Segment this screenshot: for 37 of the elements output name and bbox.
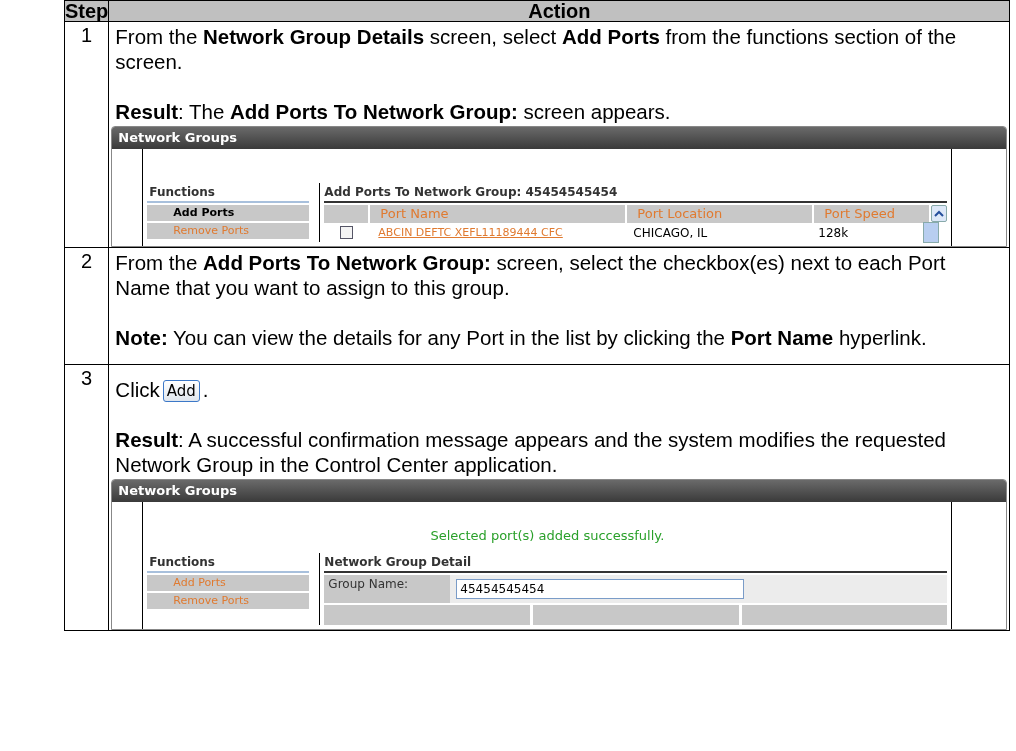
column-header: Port Location xyxy=(627,204,813,223)
period-text: . xyxy=(202,377,209,402)
port-name-link[interactable]: ABCIN DEFTC XEFL11189444 CFC xyxy=(378,226,563,239)
instruction-text: Click xyxy=(115,377,160,402)
table-cell-text: 128k xyxy=(817,224,850,242)
group-name-field[interactable]: 45454545454 xyxy=(456,579,745,599)
function-link[interactable]: Remove Ports xyxy=(147,593,310,609)
success-message: Selected port(s) added successfully. xyxy=(429,528,666,543)
instruction-text: From the Add Ports To Network Group: screen, select the checkbox(es) next to each Port Name that you want to assign to this group. xyxy=(115,250,947,300)
panel-title: Add Ports To Network Group: 45454545454 xyxy=(324,183,948,203)
column-header: Port Name xyxy=(370,204,626,223)
column-header: Action xyxy=(108,0,1010,22)
table-header-cell xyxy=(324,204,369,223)
field-label: Group Name: xyxy=(324,575,451,603)
scroll-up-button[interactable] xyxy=(931,205,948,222)
add-button[interactable]: Add xyxy=(162,380,200,402)
instruction-text: Result: The Add Ports To Network Group: screen appears. xyxy=(115,99,672,124)
functions-heading: Functions xyxy=(147,183,310,203)
window-title: Network Groups xyxy=(112,480,1007,502)
instruction-text: Result: A successful confirmation message appears and the system modifies the requested Network Group in the Control Center application. xyxy=(115,427,948,477)
step-number: 3 xyxy=(81,367,93,389)
function-link[interactable]: Remove Ports xyxy=(147,223,310,239)
panel-title: Network Group Detail xyxy=(324,553,948,573)
column-header: Step xyxy=(64,0,109,22)
function-link[interactable]: Add Ports xyxy=(147,205,310,221)
functions-heading: Functions xyxy=(147,553,310,573)
instruction-text: Note: You can view the details for any Port in the list by clicking the Port Name hyperlink. xyxy=(115,325,928,350)
step-number: 2 xyxy=(81,250,93,272)
window-title: Network Groups xyxy=(112,127,1007,149)
column-header: Port Speed xyxy=(814,204,930,223)
caret-up-icon xyxy=(934,210,945,217)
instruction-text: From the Network Group Details screen, select Add Ports from the functions section of the screen. xyxy=(115,24,958,74)
step-number: 1 xyxy=(81,24,93,46)
table-cell-text: CHICAGO, IL xyxy=(632,224,709,242)
function-link[interactable]: Add Ports xyxy=(147,575,310,591)
checkbox[interactable] xyxy=(339,226,353,239)
scrollbar[interactable] xyxy=(923,222,940,243)
